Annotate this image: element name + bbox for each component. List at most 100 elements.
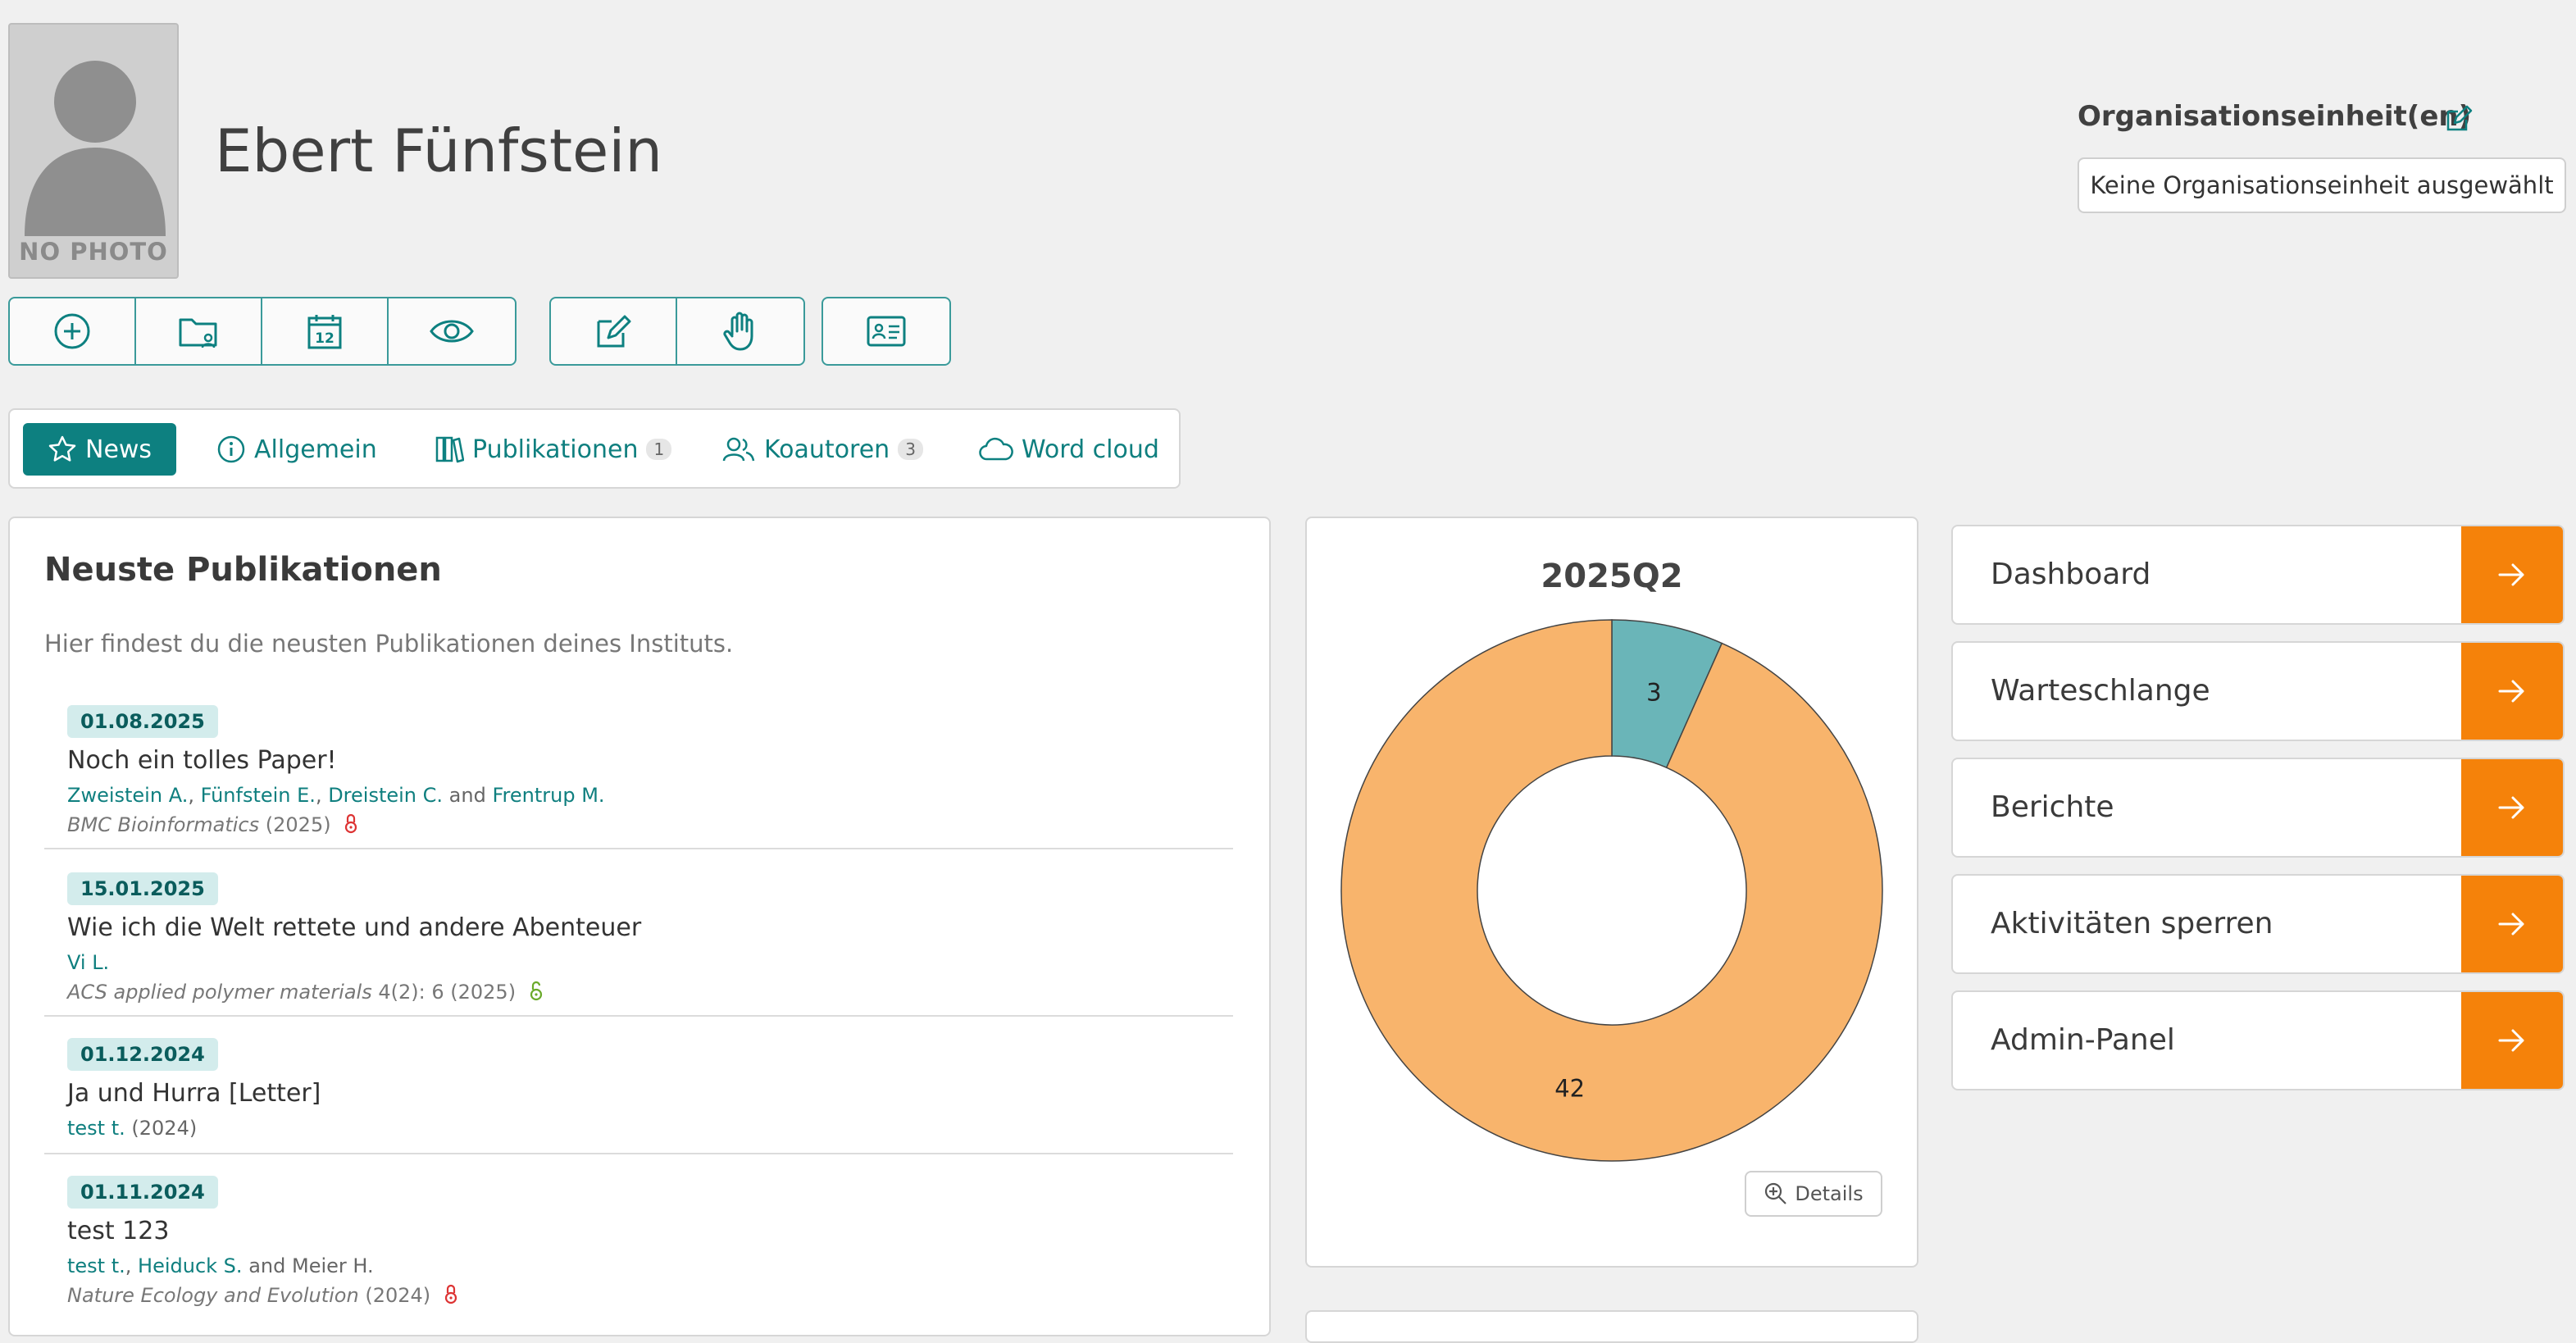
claim-button[interactable] — [677, 298, 803, 364]
details-label: Details — [1795, 1182, 1864, 1205]
folder-user-icon — [179, 318, 217, 348]
eye-icon — [430, 320, 474, 343]
arrow-right-icon — [2498, 796, 2524, 819]
tab-word-cloud[interactable]: Word cloud — [979, 423, 1159, 476]
nav-arrow — [2461, 759, 2563, 856]
journal-name: Nature Ecology and Evolution — [67, 1284, 359, 1307]
publication-authors: test t., Heiduck S. and Meier H. — [67, 1254, 374, 1277]
plus-circle-icon — [54, 313, 90, 349]
latest-publications-card: Neuste Publikationen Hier findest du die… — [8, 517, 1271, 1336]
publication-title[interactable]: Noch ein tolles Paper! — [67, 746, 337, 775]
donut-slice[interactable] — [1340, 619, 1883, 1162]
profile-card-button[interactable] — [823, 298, 949, 364]
nav-dashboard[interactable]: Dashboard — [1951, 525, 2565, 625]
arrow-right-icon — [2498, 913, 2524, 936]
author-link[interactable]: test t. — [67, 1117, 125, 1140]
nav-arrow — [2461, 876, 2563, 972]
publication-year: (2024) — [131, 1117, 198, 1140]
author-link[interactable]: Fünfstein E. — [201, 784, 316, 807]
publication-journal: Nature Ecology and Evolution (2024) — [67, 1284, 458, 1307]
author-link[interactable]: test t. — [67, 1254, 125, 1277]
publication-item: 01.12.2024 Ja und Hurra [Letter] test t.… — [44, 1038, 1233, 1154]
hand-icon — [723, 312, 753, 351]
journal-name: BMC Bioinformatics — [67, 813, 260, 836]
page-title: Ebert Fünfstein — [215, 116, 662, 185]
nav-arrow — [2461, 643, 2563, 740]
and-word: and — [448, 784, 486, 807]
open-access-icon — [530, 981, 542, 1001]
tab-publikationen[interactable]: Publikationen 1 — [435, 423, 672, 476]
tab-news-label: News — [85, 435, 152, 464]
author-link[interactable]: Dreistein C. — [328, 784, 443, 807]
publication-authors: Zweistein A., Fünfstein E., Dreistein C.… — [67, 784, 605, 807]
calendar-button[interactable]: 12 — [262, 298, 389, 364]
users-icon — [722, 437, 755, 462]
publications-count-badge: 1 — [646, 439, 672, 460]
svg-text:12: 12 — [315, 330, 335, 347]
card-title: Neuste Publikationen — [44, 551, 442, 589]
nav-arrow — [2461, 526, 2563, 623]
tab-koautoren[interactable]: Koautoren 3 — [721, 423, 923, 476]
nav-warteschlange[interactable]: Warteschlange — [1951, 641, 2565, 741]
zoom-in-icon — [1765, 1182, 1787, 1204]
author-link[interactable]: Zweistein A. — [67, 784, 188, 807]
nav-label: Dashboard — [1991, 558, 2151, 591]
publication-title[interactable]: Wie ich die Welt rettete und andere Aben… — [67, 913, 641, 942]
tab-word-cloud-label: Word cloud — [1022, 435, 1159, 464]
tab-news[interactable]: News — [23, 423, 177, 476]
next-card — [1305, 1310, 1918, 1343]
nav-aktivitaeten-sperren[interactable]: Aktivitäten sperren — [1951, 874, 2565, 974]
id-card-icon — [867, 316, 906, 347]
closed-access-icon — [345, 813, 357, 834]
view-button[interactable] — [389, 298, 515, 364]
nav-label: Berichte — [1991, 790, 2114, 824]
tab-koautoren-label: Koautoren — [764, 435, 890, 464]
tab-allgemein[interactable]: Allgemein — [216, 423, 377, 476]
nav-arrow — [2461, 992, 2563, 1089]
calendar-icon: 12 — [307, 315, 342, 349]
nav-berichte[interactable]: Berichte — [1951, 758, 2565, 858]
and-word: and — [248, 1254, 286, 1277]
toolbar-group-actions: 12 — [8, 297, 517, 366]
info-icon — [217, 435, 245, 463]
projects-button[interactable] — [136, 298, 262, 364]
star-icon — [48, 435, 76, 462]
org-units-label: Organisationseinheit(en) — [2078, 100, 2472, 133]
author-link[interactable]: Frentrup M. — [492, 784, 604, 807]
no-photo-label: NO PHOTO — [19, 238, 168, 266]
publication-authors: Vi L. — [67, 951, 109, 974]
nav-label: Warteschlange — [1991, 674, 2210, 708]
publication-title[interactable]: test 123 — [67, 1217, 169, 1245]
arrow-right-icon — [2498, 563, 2524, 586]
books-icon — [435, 436, 464, 463]
add-button[interactable] — [10, 298, 136, 364]
nav-admin-panel[interactable]: Admin-Panel — [1951, 990, 2565, 1090]
toolbar-group-profile — [821, 297, 951, 366]
profile-tabs: News Allgemein Publikationen 1 Koautoren… — [8, 408, 1181, 489]
arrow-right-icon — [2498, 680, 2524, 703]
journal-details: 4(2): 6 (2025) — [378, 981, 517, 1004]
coauthors-count-badge: 3 — [898, 439, 923, 460]
edit-button[interactable] — [551, 298, 677, 364]
tab-publikationen-label: Publikationen — [472, 435, 639, 464]
tab-allgemein-label: Allgemein — [254, 435, 377, 464]
slice-value-label: 42 — [1554, 1075, 1585, 1103]
journal-name: ACS applied polymer materials — [67, 981, 372, 1004]
publication-item: 15.01.2025 Wie ich die Welt rettete und … — [44, 872, 1233, 1017]
author-name: Meier H. — [291, 1254, 374, 1277]
edit-icon[interactable] — [2445, 105, 2473, 133]
quarter-chart-card: 2025Q2 3 42 Details — [1305, 517, 1918, 1268]
publication-title[interactable]: Ja und Hurra [Letter] — [67, 1079, 321, 1108]
publication-date: 01.08.2025 — [67, 705, 218, 738]
card-subtitle: Hier findest du die neusten Publikatione… — [44, 630, 734, 658]
publication-item: 01.08.2025 Noch ein tolles Paper! Zweist… — [44, 705, 1233, 849]
author-link[interactable]: Heiduck S. — [138, 1254, 243, 1277]
toolbar-group-edit — [549, 297, 805, 366]
arrow-right-icon — [2498, 1029, 2524, 1052]
details-button[interactable]: Details — [1745, 1171, 1882, 1217]
journal-details: (2024) — [365, 1284, 431, 1307]
nav-label: Aktivitäten sperren — [1991, 907, 2273, 940]
org-units-value[interactable]: Keine Organisationseinheit ausgewählt — [2078, 157, 2566, 213]
edit-icon — [597, 315, 631, 348]
author-link[interactable]: Vi L. — [67, 951, 109, 974]
